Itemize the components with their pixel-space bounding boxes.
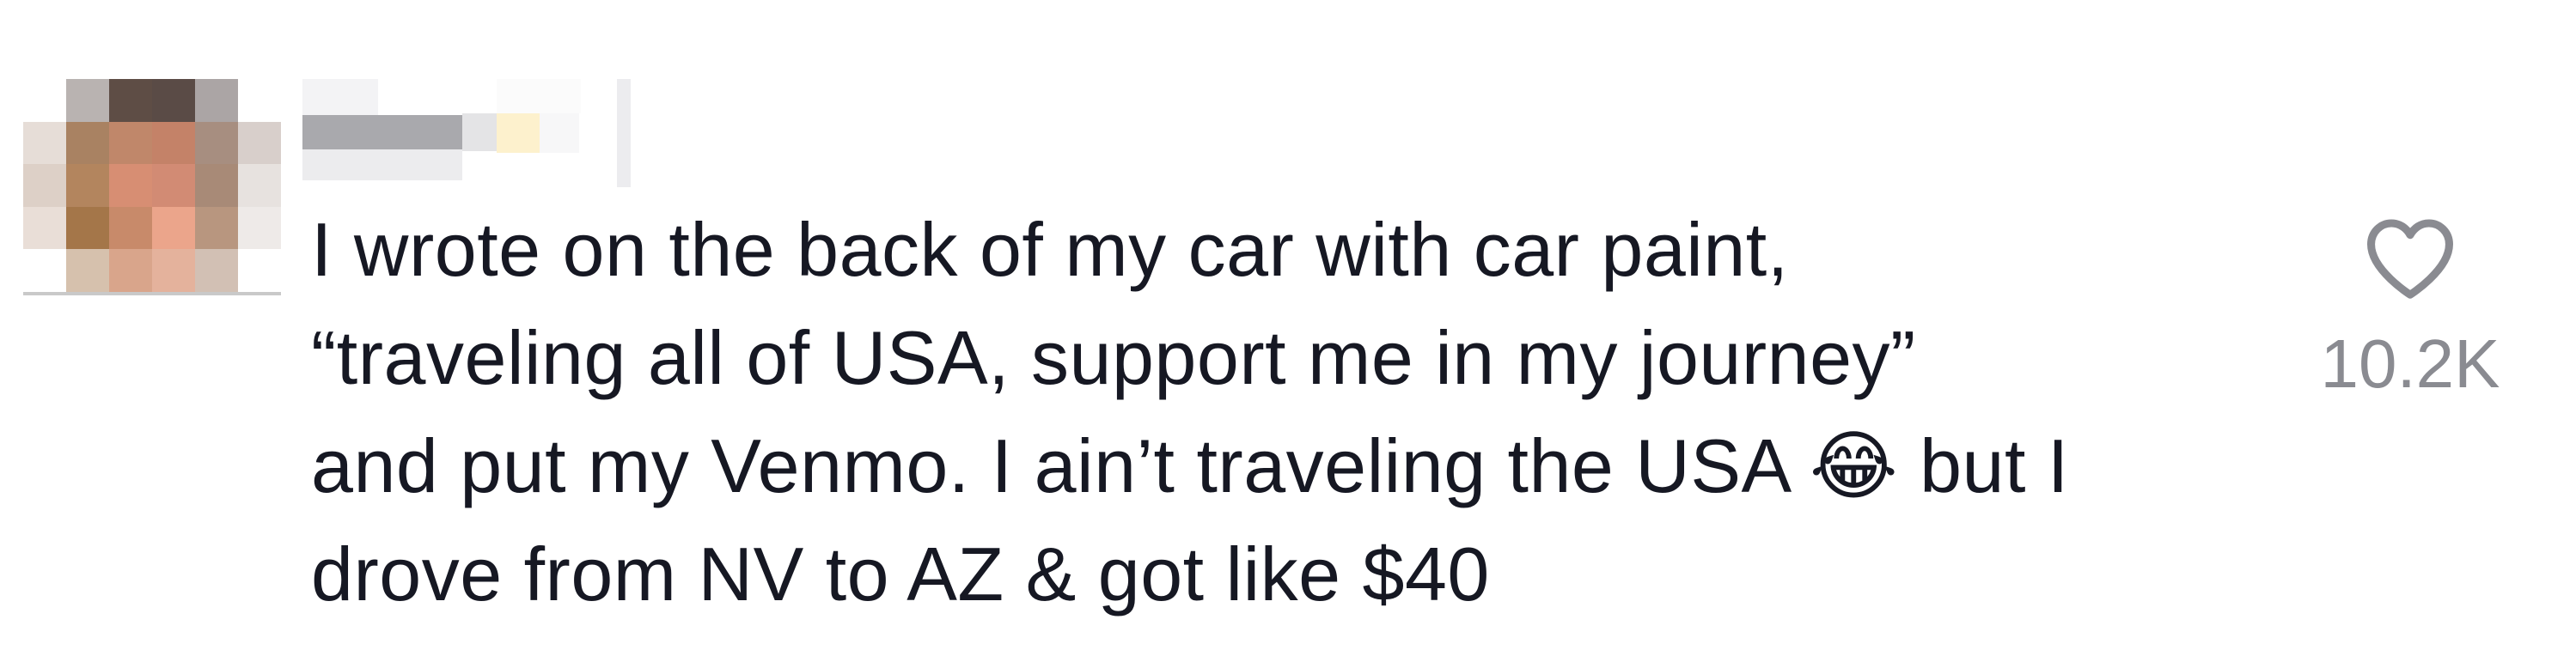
like-count: 10.2K [2320, 325, 2500, 402]
comment-text: I wrote on the back of my car with car p… [311, 207, 2069, 617]
like-button[interactable]: 10.2K [2294, 199, 2500, 414]
heart-outline-icon [2367, 219, 2453, 299]
avatar[interactable] [23, 79, 281, 295]
comment-item: I wrote on the back of my car with car p… [0, 0, 2576, 650]
username-blurred[interactable] [302, 79, 646, 187]
